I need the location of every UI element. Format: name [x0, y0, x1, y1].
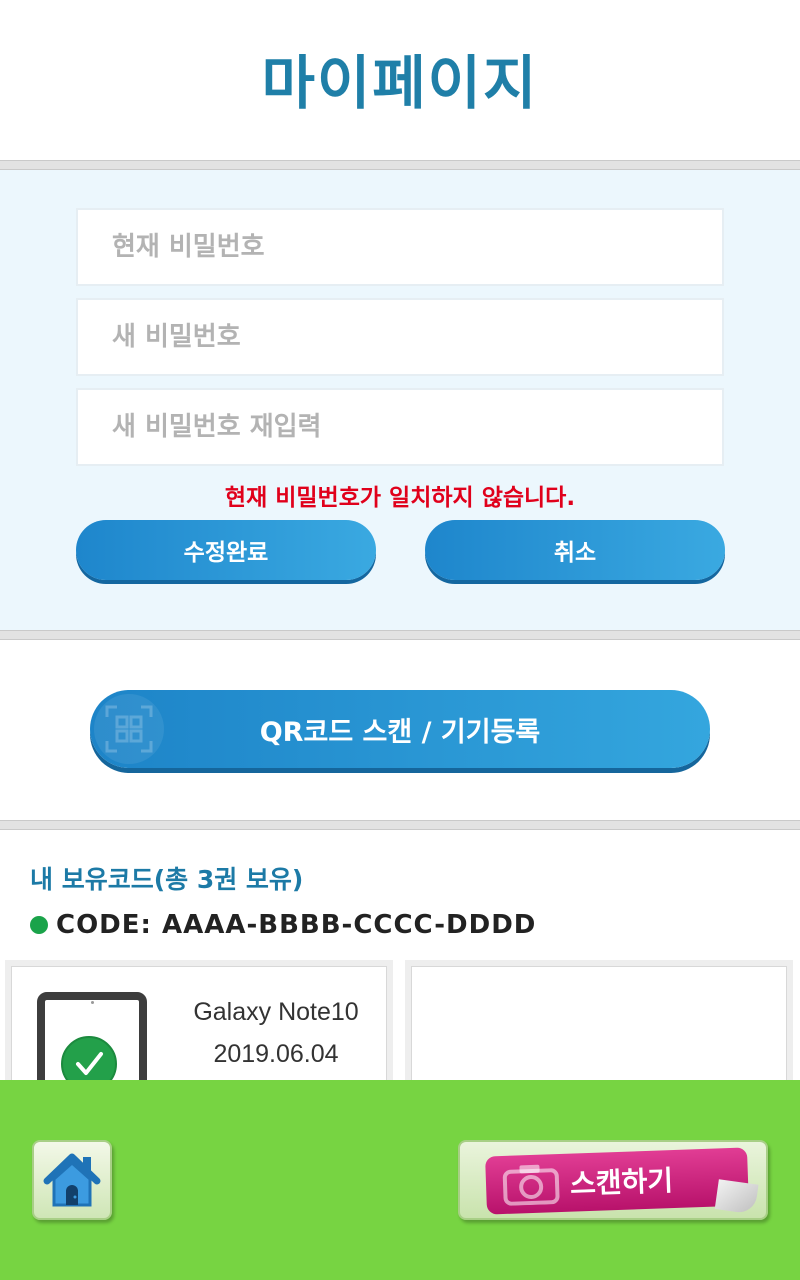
- my-page: 마이페이지 현재 비밀번호가 일치하지 않습니다. 수정완료 취소 QR코드 스…: [0, 0, 800, 1280]
- qr-scan-icon: [94, 694, 164, 764]
- new-password-field[interactable]: [76, 298, 724, 376]
- scan-button[interactable]: 스캔하기: [458, 1140, 768, 1220]
- password-change-form: 현재 비밀번호가 일치하지 않습니다. 수정완료 취소: [0, 170, 800, 630]
- header: 마이페이지: [0, 0, 800, 160]
- scan-tag: 스캔하기: [485, 1147, 759, 1215]
- qr-scan-label: QR코드 스캔 / 기기등록: [259, 716, 541, 748]
- bottom-bar: 스캔하기: [0, 1080, 800, 1280]
- section-divider: [0, 820, 800, 830]
- scan-label: 스캔하기: [569, 1164, 674, 1201]
- code-line: CODE: AAAA-BBBB-CCCC-DDDD: [30, 910, 536, 940]
- qr-section: QR코드 스캔 / 기기등록: [0, 640, 800, 820]
- confirm-password-field[interactable]: [76, 388, 724, 466]
- current-password-field[interactable]: [76, 208, 724, 286]
- cancel-button[interactable]: 취소: [425, 520, 725, 580]
- device-date: 2019.06.04: [213, 1040, 339, 1068]
- my-codes-title: 내 보유코드(총 3권 보유): [30, 865, 304, 894]
- camera-icon: [502, 1164, 560, 1206]
- section-divider: [0, 630, 800, 640]
- tablet-camera: [91, 1001, 94, 1004]
- page-title: 마이페이지: [261, 49, 539, 117]
- status-dot-icon: [30, 916, 48, 934]
- code-value: CODE: AAAA-BBBB-CCCC-DDDD: [56, 910, 537, 940]
- section-divider: [0, 160, 800, 170]
- password-error-message: 현재 비밀번호가 일치하지 않습니다.: [224, 485, 576, 511]
- page-curl: [714, 1179, 759, 1215]
- device-name: Galaxy Note10: [193, 998, 359, 1026]
- submit-button[interactable]: 수정완료: [76, 520, 376, 580]
- qr-scan-button[interactable]: QR코드 스캔 / 기기등록: [90, 690, 710, 768]
- home-button[interactable]: [32, 1140, 112, 1220]
- home-icon: [43, 1153, 101, 1207]
